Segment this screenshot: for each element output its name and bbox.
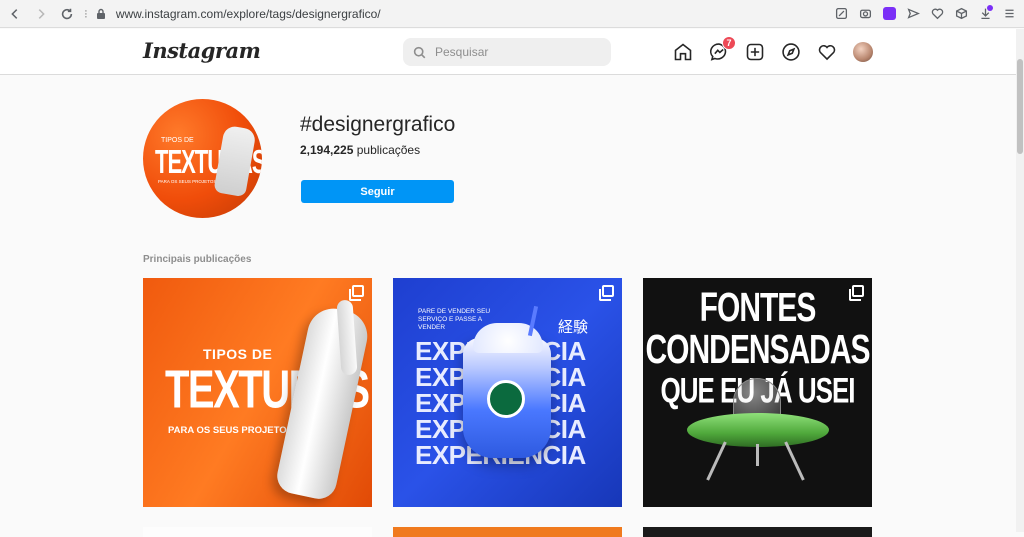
post-thumbnail[interactable]	[643, 527, 872, 537]
post-kanji: 経験	[558, 319, 589, 336]
ufo-leg	[756, 444, 759, 466]
post-count-label: publicações	[356, 143, 421, 157]
address-bar[interactable]: www.instagram.com/explore/tags/designerg…	[116, 7, 381, 21]
post-text-line2: CONDENSADAS	[645, 328, 870, 373]
browser-toolbar: ⁝ www.instagram.com/explore/tags/designe…	[0, 0, 1024, 28]
ufo-leg	[706, 441, 727, 481]
post-thumbnail[interactable]	[393, 527, 622, 537]
explore-compass-icon[interactable]	[780, 41, 802, 63]
menu-icon[interactable]	[1000, 5, 1018, 23]
main-nav: 7	[672, 36, 874, 63]
messenger-icon[interactable]: 7	[708, 36, 736, 63]
edit-icon[interactable]	[832, 5, 850, 23]
search-box[interactable]	[403, 38, 611, 66]
separator-dots: ⁝	[84, 6, 88, 21]
post-text-line1: FONTES	[699, 286, 817, 331]
coffee-logo-image	[487, 380, 525, 418]
cover-text-line3: PARA OS SEUS PROJETOS	[158, 179, 217, 184]
top-posts-heading: Principais publicações	[143, 254, 252, 265]
post-thumbnail[interactable]: TIPOS DE TEXTURAS PARA OS SEUS PROJETOS	[143, 278, 372, 507]
page-scrollbar[interactable]	[1016, 29, 1024, 532]
ufo-body-image	[687, 413, 829, 447]
instagram-logo[interactable]: Instagram	[143, 38, 261, 63]
post-thumbnail[interactable]	[143, 527, 372, 537]
hand-image	[213, 124, 257, 198]
cube-icon[interactable]	[952, 5, 970, 23]
carousel-icon	[349, 285, 364, 301]
back-arrow-icon[interactable]	[4, 3, 26, 25]
carousel-icon	[849, 285, 864, 301]
activity-heart-icon[interactable]	[816, 41, 838, 63]
ufo-dome-image	[733, 378, 781, 418]
heart-icon[interactable]	[928, 5, 946, 23]
profile-avatar[interactable]	[852, 41, 874, 63]
search-icon	[413, 46, 426, 58]
ufo-leg	[784, 441, 805, 481]
tag-cover-image: TIPOS DE TEXTURAS PARA OS SEUS PROJETOS	[143, 99, 262, 218]
reload-icon[interactable]	[56, 3, 78, 25]
lock-icon[interactable]	[96, 8, 106, 20]
new-post-icon[interactable]	[744, 41, 766, 63]
post-thumbnail[interactable]: FONTES CONDENSADAS QUE EU JÁ USEI	[643, 278, 872, 507]
search-input[interactable]	[435, 45, 595, 59]
camera-icon[interactable]	[856, 5, 874, 23]
post-text-line3: PARA OS SEUS PROJETOS	[168, 425, 293, 436]
hashtag-title: #designergrafico	[300, 113, 456, 136]
post-thumbnail[interactable]: PARE DE VENDER SEU SERVIÇO E PASSE A VEN…	[393, 278, 622, 507]
post-count-number: 2,194,225	[300, 143, 354, 157]
home-icon[interactable]	[672, 41, 694, 63]
carousel-icon	[599, 285, 614, 301]
instagram-header: Instagram 7	[0, 29, 1024, 75]
forward-arrow-icon[interactable]	[30, 3, 52, 25]
send-icon[interactable]	[904, 5, 922, 23]
shield-icon[interactable]	[880, 5, 898, 23]
download-icon[interactable]	[976, 4, 994, 23]
browser-actions	[832, 4, 1018, 23]
follow-button[interactable]: Seguir	[301, 180, 454, 203]
post-count: 2,194,225 publicações	[300, 143, 420, 157]
messages-badge: 7	[722, 36, 736, 50]
